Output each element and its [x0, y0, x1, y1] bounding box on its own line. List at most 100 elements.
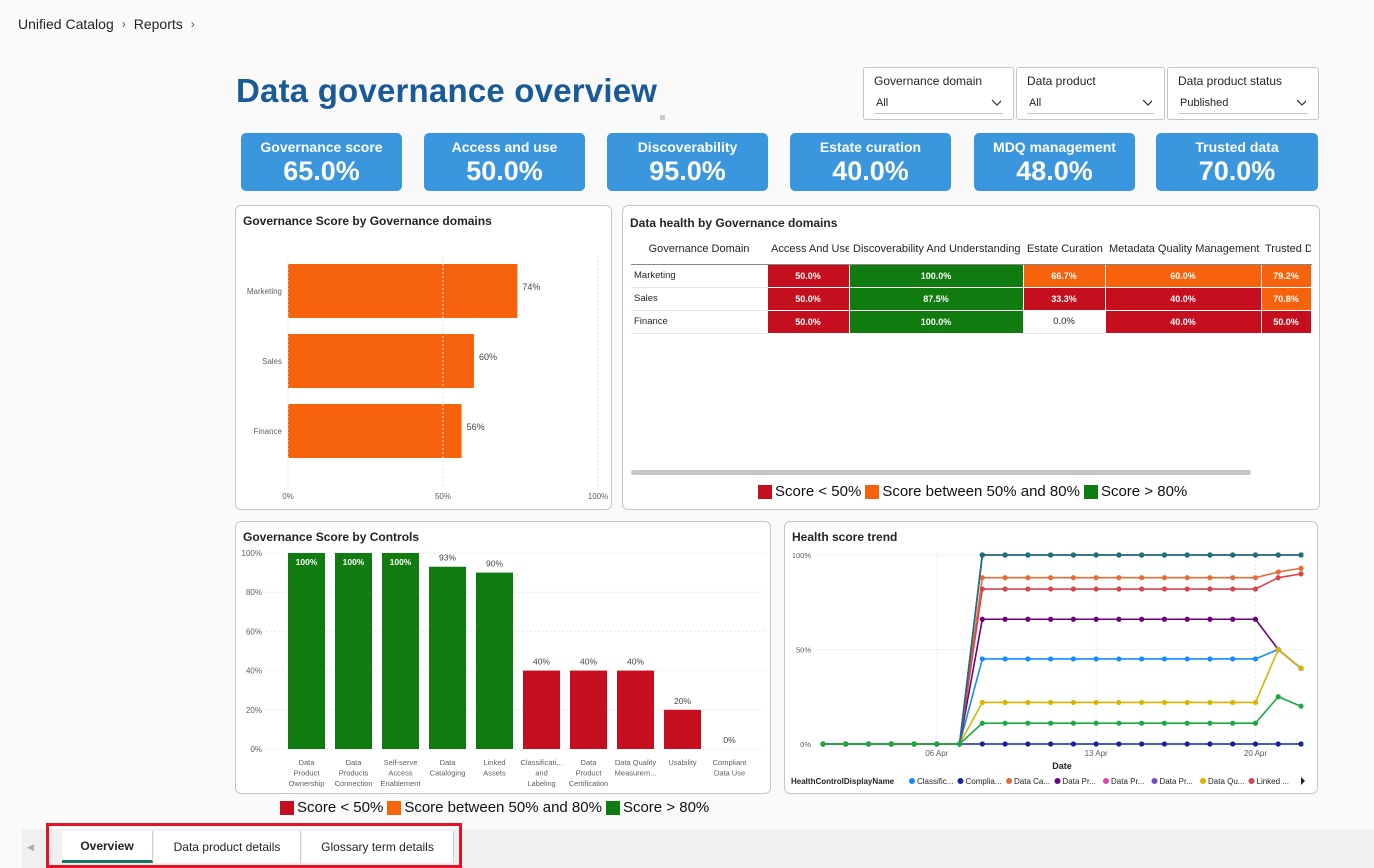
- filter-label: Data product: [1027, 74, 1096, 88]
- data-point: [1252, 616, 1259, 622]
- health-legend: Score < 50% Score between 50% and 80% Sc…: [758, 483, 1187, 500]
- data-point: [1161, 699, 1168, 706]
- legend-label: Score < 50%: [297, 799, 384, 816]
- score-cell: 100.0%: [848, 263, 1024, 288]
- bar: [288, 553, 325, 749]
- score-cell: 66.7%: [1022, 263, 1106, 288]
- filter-data-product[interactable]: Data product All: [1016, 67, 1165, 120]
- table-row[interactable]: Finance 50.0% 100.0% 0.0% 40.0% 50.0%: [631, 309, 1312, 334]
- tick-label: 100%: [792, 551, 812, 560]
- data-point: [1230, 552, 1236, 558]
- column-header[interactable]: Trusted D: [1261, 234, 1311, 265]
- data-point: [1252, 552, 1259, 558]
- table-row[interactable]: Sales 50.0% 87.5% 33.3% 40.0% 70.8%: [631, 286, 1312, 311]
- filter-governance-domain[interactable]: Governance domain All: [863, 67, 1014, 120]
- kpi-value: 48.0%: [1016, 156, 1093, 186]
- category-label: Data: [440, 758, 457, 767]
- kpi-governance-score: Governance score 65.0%: [241, 133, 402, 191]
- page-title: Data governance overview: [236, 72, 658, 109]
- data-point: [979, 741, 985, 747]
- legend-item: Score < 50%: [758, 483, 861, 500]
- bar: [664, 709, 701, 749]
- data-product-status-select[interactable]: Published: [1178, 93, 1308, 114]
- score-cell: 40.0%: [1104, 309, 1262, 334]
- data-point: [1048, 656, 1054, 662]
- data-health-panel[interactable]: Data health by Governance domains Govern…: [622, 205, 1320, 510]
- legend-marker: [1151, 778, 1158, 784]
- kpi-value: 70.0%: [1198, 156, 1276, 186]
- score-cell: 0.0%: [1023, 310, 1105, 334]
- data-point: [1025, 575, 1031, 581]
- data-point: [1161, 720, 1168, 726]
- data-point: [1002, 720, 1008, 726]
- data-label: 40%: [533, 657, 550, 667]
- legend-marker: [1054, 778, 1061, 784]
- data-label: 20%: [674, 696, 691, 706]
- column-header[interactable]: Estate Curation: [1023, 234, 1105, 265]
- data-point: [1139, 656, 1145, 662]
- data-label: 40%: [580, 657, 597, 667]
- breadcrumb-reports[interactable]: Reports: [134, 16, 183, 32]
- data-point: [1116, 552, 1122, 558]
- data-point: [1230, 699, 1236, 706]
- category-label: Linked: [483, 758, 505, 767]
- score-cell: 50.0%: [766, 286, 850, 311]
- horizontal-scrollbar[interactable]: [631, 470, 1251, 475]
- kpi-label: MDQ management: [993, 139, 1116, 155]
- data-point: [1025, 656, 1031, 662]
- column-header[interactable]: Discoverability And Understanding: [849, 234, 1023, 265]
- column-header[interactable]: Governance Domain: [631, 234, 767, 265]
- legend-swatch: [280, 800, 294, 815]
- category-label: Usability: [668, 758, 697, 767]
- series-line: [823, 695, 1302, 745]
- controls-chart-panel[interactable]: Governance Score by Controls 0% 20% 40% 60%…: [235, 521, 771, 794]
- data-point: [1002, 616, 1008, 622]
- data-point: [1116, 656, 1122, 662]
- data-point: [1207, 720, 1213, 726]
- column-header[interactable]: Access And Use: [767, 234, 849, 265]
- data-point: [1298, 571, 1304, 577]
- data-point: [1161, 741, 1168, 747]
- legend-marker: [957, 778, 964, 784]
- bar: [288, 334, 474, 388]
- data-point: [1298, 741, 1304, 747]
- breadcrumb-unified-catalog[interactable]: Unified Catalog: [18, 16, 114, 32]
- legend-label: Linked ...: [1257, 777, 1289, 786]
- kpi-value: 65.0%: [283, 156, 360, 186]
- data-label: 100%: [390, 557, 412, 567]
- data-product-select[interactable]: All: [1027, 93, 1154, 114]
- data-label: 74%: [522, 282, 540, 292]
- data-point: [1093, 699, 1099, 706]
- category-label: Assets: [483, 769, 506, 778]
- data-point: [1002, 552, 1008, 558]
- data-point: [1252, 720, 1259, 726]
- trend-chart-panel[interactable]: Health score trend 0% 50% 100% 06 Apr 13 Apr…: [784, 521, 1318, 794]
- chevron-right-icon: ›: [190, 17, 195, 31]
- select-value: All: [1029, 97, 1042, 109]
- data-point: [1025, 720, 1031, 726]
- column-header[interactable]: Metadata Quality Management: [1105, 234, 1261, 265]
- legend-swatch: [605, 800, 620, 815]
- legend-swatch: [1083, 484, 1098, 499]
- kpi-label: Estate curation: [819, 139, 922, 155]
- data-point: [1070, 552, 1076, 558]
- data-point: [1230, 720, 1236, 726]
- governance-domain-select[interactable]: All: [874, 93, 1003, 114]
- kpi-trusted-data: Trusted data 70.0%: [1156, 133, 1318, 191]
- scroll-left-icon[interactable]: ◀: [27, 842, 34, 853]
- kpi-access-and-use: Access and use 50.0%: [424, 133, 585, 191]
- data-point: [1048, 741, 1054, 747]
- data-point: [1161, 552, 1168, 558]
- tick-label: 100%: [588, 492, 608, 501]
- data-point: [1275, 741, 1281, 747]
- category-label: and: [535, 769, 548, 778]
- data-point: [1116, 699, 1122, 706]
- decorative-dot: [660, 115, 665, 120]
- data-point: [1070, 616, 1076, 622]
- table-row[interactable]: Marketing 50.0% 100.0% 66.7% 60.0% 79.2%: [631, 263, 1312, 288]
- data-point: [1184, 575, 1190, 581]
- domains-chart-panel[interactable]: Governance Score by Governance domains M…: [235, 205, 612, 510]
- filter-data-product-status[interactable]: Data product status Published: [1167, 67, 1319, 120]
- legend-label: Score > 80%: [1100, 483, 1188, 500]
- legend-item: Score < 50%: [280, 799, 383, 816]
